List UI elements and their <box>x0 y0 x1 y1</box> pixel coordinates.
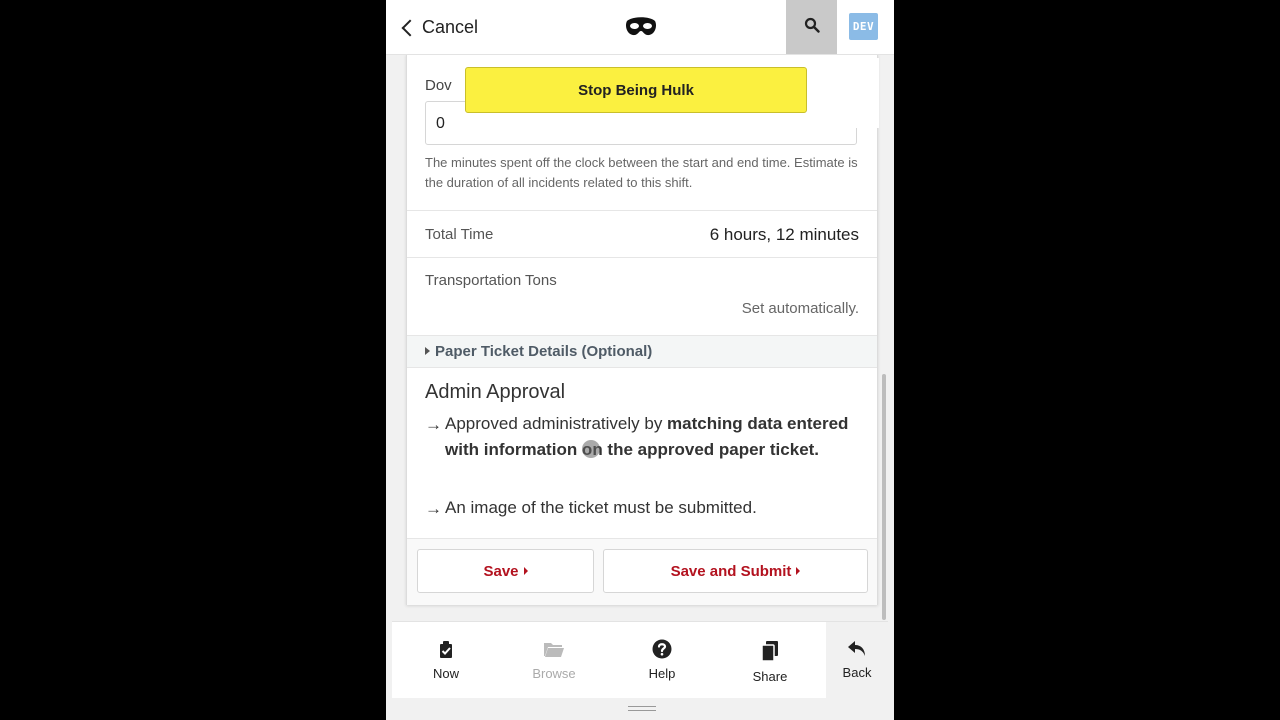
scrollbar[interactable] <box>882 374 886 620</box>
stop-being-hulk-button[interactable]: Stop Being Hulk <box>465 67 807 113</box>
nav-now[interactable]: Now <box>396 622 496 698</box>
cancel-label: Cancel <box>422 16 479 37</box>
search-button[interactable] <box>786 0 837 54</box>
shift-form-card: Dov 0 The minutes spent off the clock be… <box>406 54 878 605</box>
home-indicator <box>628 706 656 711</box>
question-circle-icon <box>652 639 672 666</box>
touch-cursor <box>582 440 600 458</box>
hulk-banner: Stop Being Hulk <box>465 58 879 128</box>
save-submit-label: Save and Submit <box>670 562 792 580</box>
divider <box>407 257 877 258</box>
transportation-tons-value: Set automatically. <box>741 300 859 317</box>
arrow-right-icon: → <box>425 415 442 434</box>
bottom-nav: Now Browse Help Share Back <box>392 621 888 698</box>
save-label: Save <box>483 562 519 580</box>
nav-share-label: Share <box>752 669 788 684</box>
caret-right-icon <box>425 347 430 355</box>
mask-icon <box>624 15 658 44</box>
total-time-value: 6 hours, 12 minutes <box>709 225 859 244</box>
nav-browse[interactable]: Browse <box>504 622 604 698</box>
admin-bullet-2: An image of the ticket must be submitted… <box>445 498 757 517</box>
nav-now-label: Now <box>432 666 459 681</box>
arrow-right-icon: → <box>425 499 442 518</box>
save-and-submit-button[interactable]: Save and Submit <box>603 549 868 593</box>
nav-help-label: Help <box>648 666 676 681</box>
caret-right-icon <box>796 567 801 575</box>
folder-open-icon <box>543 639 565 666</box>
clipboard-check-icon <box>436 639 456 666</box>
cancel-button[interactable]: Cancel <box>401 14 479 40</box>
nav-help[interactable]: Help <box>612 622 712 698</box>
dev-badge[interactable]: DEV <box>849 13 878 40</box>
save-button[interactable]: Save <box>417 549 594 593</box>
paper-ticket-toggle[interactable]: Paper Ticket Details (Optional) <box>407 335 877 368</box>
nav-back[interactable]: Back <box>826 622 888 698</box>
admin-approval-title: Admin Approval <box>425 381 566 403</box>
admin-bullet-1-plain: Approved administratively by <box>445 414 668 433</box>
paper-ticket-label: Paper Ticket Details (Optional) <box>435 343 653 360</box>
nav-browse-label: Browse <box>532 666 576 681</box>
form-actions: Save Save and Submit <box>407 538 877 605</box>
transportation-tons-label: Transportation Tons <box>425 272 557 289</box>
downtime-label: Dov <box>425 77 452 94</box>
chevron-left-icon <box>401 19 419 36</box>
caret-right-icon <box>523 567 528 575</box>
total-time-label: Total Time <box>425 226 494 243</box>
nav-share[interactable]: Share <box>720 622 820 698</box>
nav-back-label: Back <box>842 665 872 680</box>
top-header: Cancel DEV <box>386 0 894 55</box>
reply-icon <box>847 640 867 665</box>
downtime-hint: The minutes spent off the clock between … <box>425 155 858 190</box>
divider <box>407 210 877 211</box>
copy-icon <box>761 640 779 669</box>
admin-bullet-1: Approved administratively by matching da… <box>445 411 857 463</box>
phone-screen: Cancel DEV Dov 0 The minutes spent off t… <box>386 0 894 720</box>
search-icon <box>804 17 820 38</box>
